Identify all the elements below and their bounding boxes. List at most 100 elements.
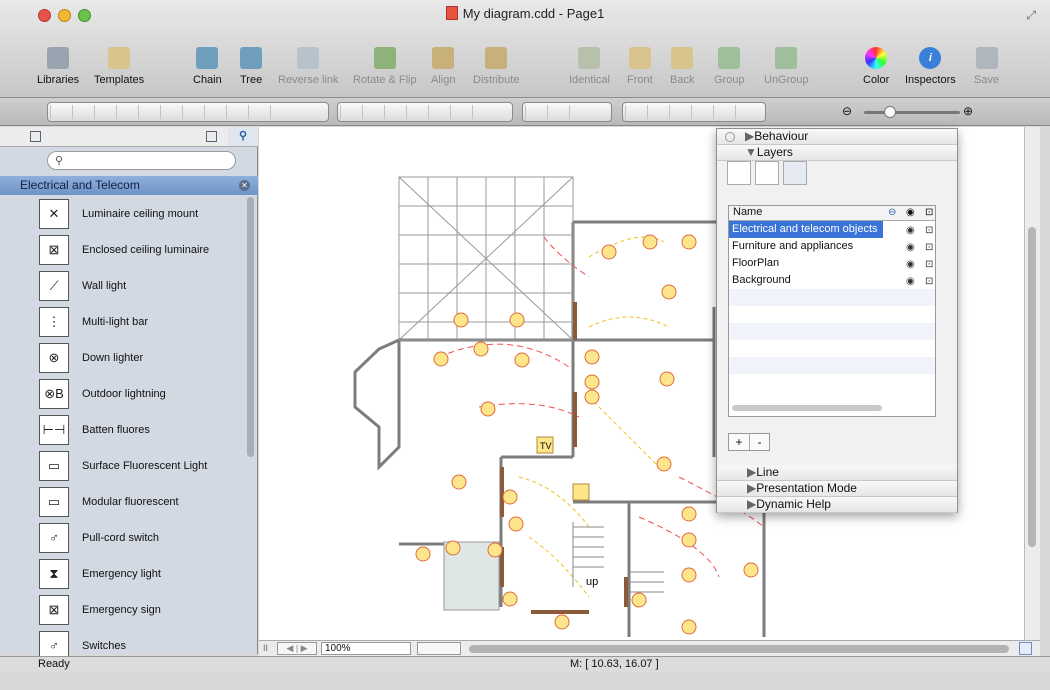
group-button[interactable]: Group [714,47,745,86]
library-title[interactable]: Electrical and Telecom ✕ [0,176,258,195]
inspectors-button[interactable]: i Inspectors [905,47,956,86]
ungroup-button[interactable]: UnGroup [764,47,809,86]
color-button[interactable]: Color [863,47,889,86]
empty-layer-row [729,323,935,340]
shape-label: Wall light [82,280,127,292]
library-tree-icon[interactable] [30,131,41,142]
search-icon[interactable]: ⚲ [228,127,258,146]
zoom-out-icon[interactable]: ⊖ [842,104,852,118]
shape-thumbnail-icon: ⊠ [39,595,69,625]
library-shape-item[interactable]: ⊠ Emergency sign [0,593,246,629]
library-shape-item[interactable]: ⊗ Down lighter [0,341,246,377]
pause-icon[interactable]: II [263,643,268,653]
layer-row[interactable]: Furniture and appliances ◉ ⊡ [729,238,935,255]
library-shape-item[interactable]: ♂ Pull-cord switch [0,521,246,557]
section-behaviour[interactable]: ▶Behaviour [717,129,957,145]
shape-thumbnail-icon: ⊗B [39,379,69,409]
canvas-vertical-scrollbar[interactable] [1024,127,1040,640]
library-shape-item[interactable]: ⧗ Emergency light [0,557,246,593]
shape-label: Multi-light bar [82,316,149,328]
shape-thumbnail-icon: ⟋ [39,271,69,301]
zoom-level-field[interactable]: 100% [321,642,411,655]
layer-row[interactable]: Background ◉ ⊡ [729,272,935,289]
connector-tools-group[interactable] [337,102,513,122]
library-search-input[interactable]: ⚲ [47,151,236,170]
library-shape-item[interactable]: ▭ Surface Fluorescent Light [0,449,246,485]
shape-label: Modular fluorescent [82,496,179,508]
chain-button[interactable]: Chain [193,47,222,86]
layer-rows: Electrical and telecom objects ◉ ⊡ Furnitur… [729,221,935,374]
library-shape-item[interactable]: ✕ Luminaire ceiling mount [0,197,246,233]
empty-layer-row [729,357,935,374]
remove-layer-button[interactable]: - [749,434,769,450]
layer-row[interactable]: Electrical and telecom objects ◉ ⊡ [729,221,933,238]
vertical-scroll-thumb[interactable] [1028,227,1036,547]
identical-button[interactable]: Identical [569,47,610,86]
shape-tools-group[interactable] [47,102,329,122]
page-navigation[interactable]: ◀ | ▶ [277,642,317,655]
library-shape-item[interactable]: ⊗B Outdoor lightning [0,377,246,413]
library-scrollbar[interactable] [247,197,254,457]
zoom-in-icon[interactable]: ⊕ [963,104,973,118]
shape-label: Emergency light [82,568,161,580]
document-icon [445,6,458,20]
front-button[interactable]: Front [627,47,653,86]
shape-thumbnail-icon: ⋮ [39,307,69,337]
templates-button[interactable]: Templates [94,47,144,86]
shape-thumbnail-icon: ⊗ [39,343,69,373]
shape-thumbnail-icon: ✕ [39,199,69,229]
layer-stack-icon[interactable] [783,161,807,185]
shape-thumbnail-icon: ♂ [39,523,69,553]
lock-icon[interactable]: ⊡ [925,274,933,290]
view-tools-group[interactable] [622,102,766,122]
save-button[interactable]: Save [974,47,999,86]
library-shape-item[interactable]: ⟋ Wall light [0,269,246,305]
library-shape-item[interactable]: ⋮ Multi-light bar [0,305,246,341]
layer-name: FloorPlan [732,257,780,269]
eye-column-icon: ◉ [906,207,915,218]
section-dynamic-help[interactable]: ▶Dynamic Help [717,497,957,513]
layer-row[interactable]: FloorPlan ◉ ⊡ [729,255,935,272]
page-thumbnails[interactable] [417,642,461,655]
section-line[interactable]: ▶Line [717,465,957,481]
tree-button[interactable]: Tree [240,47,262,86]
rotate-flip-button[interactable]: Rotate & Flip [353,47,417,86]
zoom-slider-thumb[interactable] [884,106,896,118]
empty-layer-row [729,306,935,323]
libraries-button[interactable]: Libraries [37,47,79,86]
eye-icon[interactable]: ◉ [906,257,915,273]
panel-close-icon[interactable] [725,132,735,142]
distribute-button[interactable]: Distribute [473,47,519,86]
shape-label: Surface Fluorescent Light [82,460,208,472]
library-shape-item[interactable]: ⊠ Enclosed ceiling luminaire [0,233,246,269]
shape-label: Emergency sign [82,604,161,616]
horizontal-scroll-thumb[interactable] [469,645,1009,653]
reverse-link-button[interactable]: Reverse link [278,47,339,86]
fullscreen-icon[interactable]: ⤢ [1026,8,1036,23]
back-button[interactable]: Back [670,47,694,86]
eye-icon[interactable]: ◉ [906,240,915,256]
lock-icon[interactable]: ⊡ [925,240,933,256]
info-icon: i [919,47,942,69]
eye-icon[interactable]: ◉ [906,274,915,290]
lock-icon[interactable]: ⊡ [925,223,933,239]
add-layer-button[interactable]: + [729,434,749,450]
layers-scrollbar[interactable] [732,405,882,411]
zoom-slider[interactable] [864,106,960,118]
section-presentation-mode[interactable]: ▶Presentation Mode [717,481,957,497]
shape-label: Down lighter [82,352,144,364]
shape-label: Enclosed ceiling luminaire [82,244,210,256]
snap-tools-group[interactable] [522,102,612,122]
eye-icon[interactable]: ◉ [906,223,915,239]
layer-name: Electrical and telecom objects [732,223,878,235]
fit-page-icon[interactable] [1019,642,1032,655]
library-shape-item[interactable]: ▭ Modular fluorescent [0,485,246,521]
align-button[interactable]: Align [431,47,455,86]
layer-select-icon[interactable] [755,161,779,185]
layer-page-icon[interactable] [727,161,751,185]
list-view-icon[interactable] [206,131,217,142]
library-shape-item[interactable]: ⊢⊣ Batten fluores [0,413,246,449]
section-layers[interactable]: ▼Layers [717,145,957,161]
lock-icon[interactable]: ⊡ [925,257,933,273]
close-library-icon[interactable]: ✕ [239,180,250,191]
